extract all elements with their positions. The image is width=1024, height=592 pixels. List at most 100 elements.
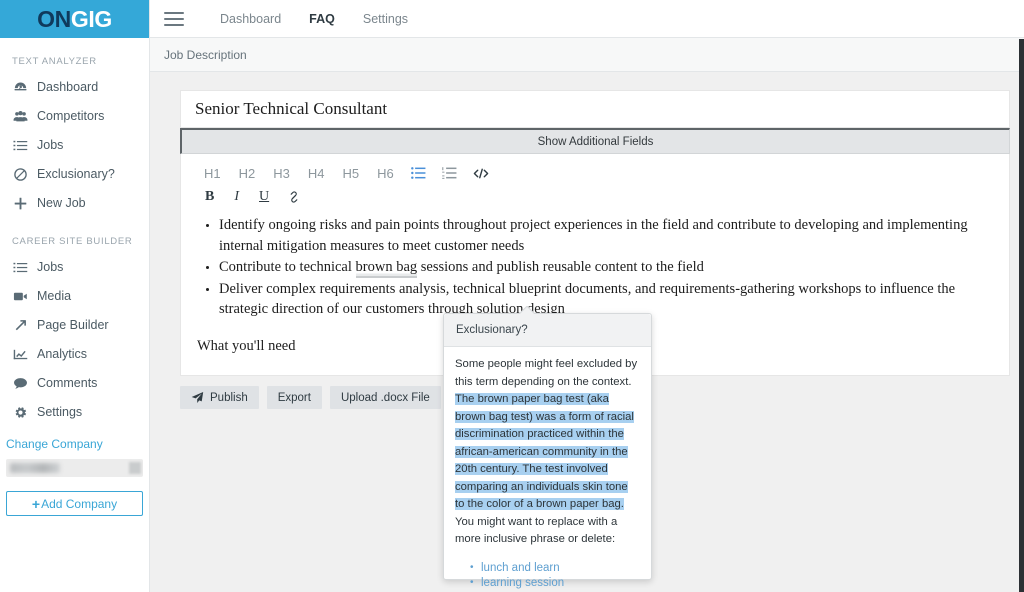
logo-text: ONGIG	[37, 6, 112, 33]
company-select-value	[10, 463, 60, 473]
sidebar-section-text-analyzer: TEXT ANALYZER	[12, 56, 97, 67]
sidebar-item-label: Jobs	[37, 138, 64, 153]
sidebar-item-label: Media	[37, 289, 72, 304]
sidebar-item-page-builder[interactable]: Page Builder	[0, 311, 149, 340]
bullet-list-icon[interactable]	[403, 163, 434, 183]
sidebar-section-career-site-builder: CAREER SITE BUILDER	[12, 236, 133, 247]
sidebar-item-comments[interactable]: Comments	[0, 369, 149, 398]
users-group-icon	[13, 109, 28, 124]
sidebar-item-new-job[interactable]: New Job	[0, 189, 149, 218]
hamburger-icon[interactable]	[164, 11, 184, 26]
sidebar-item-label: Exclusionary?	[37, 167, 115, 182]
app-root: ONGIG TEXT ANALYZER Dashboard Competitor…	[0, 0, 1024, 592]
toolbar-h5-button[interactable]: H5	[334, 164, 369, 183]
sidebar-item-settings[interactable]: Settings	[0, 398, 149, 427]
export-label: Export	[277, 391, 311, 404]
nav-link-faq[interactable]: FAQ	[295, 12, 349, 26]
exclusionary-popover: Exclusionary? Some people might feel exc…	[443, 313, 652, 590]
scrollbar-thumb[interactable]	[1019, 39, 1024, 592]
sidebar-item-competitors[interactable]: Competitors	[0, 102, 149, 131]
toolbar-h6-button[interactable]: H6	[368, 164, 403, 183]
toolbar-bold-button[interactable]: B	[195, 188, 224, 206]
code-brackets-icon[interactable]	[465, 164, 497, 183]
sidebar-item-label: Settings	[37, 405, 83, 420]
link-icon[interactable]	[279, 187, 309, 207]
change-company-link[interactable]: Change Company	[0, 427, 149, 455]
logo[interactable]: ONGIG	[0, 0, 149, 38]
popover-text-highlighted: The brown paper bag test (aka brown bag …	[455, 393, 634, 510]
dashboard-gauge-icon	[13, 80, 28, 95]
responsibilities-list: Identify ongoing risks and pain points t…	[197, 215, 989, 320]
upload-docx-button[interactable]: Upload .docx File	[329, 386, 441, 409]
sidebar: ONGIG TEXT ANALYZER Dashboard Competitor…	[0, 0, 150, 592]
chart-line-icon	[13, 347, 28, 362]
add-company-label: Add Company	[41, 496, 118, 511]
gear-icon	[13, 405, 28, 420]
job-title-field[interactable]: Senior Technical Consultant	[180, 90, 1010, 128]
arrow-up-right-icon	[13, 318, 28, 333]
sidebar-item-label: Competitors	[37, 109, 105, 124]
list-icon	[13, 138, 28, 153]
editor-toolbar: H1 H2 H3 H4 H5 H6 B I U	[181, 154, 1009, 207]
popover-text-intro: Some people might feel excluded by this …	[455, 358, 638, 388]
show-additional-fields-button[interactable]: Show Additional Fields	[180, 128, 1010, 154]
company-select[interactable]	[6, 459, 143, 477]
nav-link-settings[interactable]: Settings	[349, 12, 422, 26]
popover-title: Exclusionary?	[444, 314, 651, 347]
popover-arrow	[520, 306, 534, 314]
sidebar-item-label: Comments	[37, 376, 98, 391]
sidebar-item-label: Page Builder	[37, 318, 109, 333]
video-camera-icon	[13, 289, 28, 304]
upload-docx-label: Upload .docx File	[340, 391, 430, 404]
sidebar-item-dashboard[interactable]: Dashboard	[0, 73, 149, 102]
vertical-scrollbar[interactable]	[1019, 39, 1024, 592]
suggestion-item[interactable]: learning session	[470, 576, 640, 592]
numbered-list-icon[interactable]	[434, 163, 465, 183]
sidebar-item-analytics[interactable]: Analytics	[0, 340, 149, 369]
toolbar-italic-button[interactable]: I	[224, 188, 249, 206]
popover-suggestions: lunch and learn learning session sack lu…	[455, 561, 640, 592]
top-navbar: Dashboard FAQ Settings	[150, 0, 1024, 38]
sidebar-item-label: Analytics	[37, 347, 88, 362]
page-title: Senior Technical Consultant	[195, 99, 388, 118]
sidebar-item-exclusionary[interactable]: Exclusionary?	[0, 160, 149, 189]
toolbar-h3-button[interactable]: H3	[264, 164, 299, 183]
sidebar-item-label: Jobs	[37, 260, 64, 275]
toolbar-h2-button[interactable]: H2	[230, 164, 265, 183]
main-area: Dashboard FAQ Settings Job Description S…	[150, 0, 1024, 592]
comment-bubble-icon	[13, 376, 28, 391]
exclusionary-term-brown-bag[interactable]: brown bag	[355, 259, 418, 279]
list-icon	[13, 260, 28, 275]
logo-gig: GIG	[70, 5, 112, 32]
plus-icon: +	[31, 495, 41, 512]
ban-icon	[13, 167, 28, 182]
sidebar-item-csb-jobs[interactable]: Jobs	[0, 253, 149, 282]
sidebar-item-jobs[interactable]: Jobs	[0, 131, 149, 160]
publish-button[interactable]: Publish	[180, 386, 259, 409]
sidebar-item-label: Dashboard	[37, 80, 99, 95]
nav-link-dashboard[interactable]: Dashboard	[206, 12, 295, 26]
toolbar-row-headings: H1 H2 H3 H4 H5 H6	[195, 163, 1009, 183]
add-company-button[interactable]: + Add Company	[6, 491, 143, 516]
breadcrumb: Job Description	[164, 47, 247, 62]
suggestion-item[interactable]: lunch and learn	[470, 561, 640, 577]
toolbar-underline-button[interactable]: U	[249, 188, 279, 206]
sidebar-item-label: New Job	[37, 196, 86, 211]
toolbar-h4-button[interactable]: H4	[299, 164, 334, 183]
list-item: Identify ongoing risks and pain points t…	[219, 215, 989, 256]
popover-body: Some people might feel excluded by this …	[444, 347, 651, 592]
export-button[interactable]: Export	[266, 386, 322, 409]
popover-text-outro: You might want to replace with a more in…	[455, 515, 618, 546]
bullet-text-post: sessions and publish reusable content to…	[417, 259, 704, 276]
publish-label: Publish	[210, 391, 248, 404]
send-paper-plane-icon	[191, 391, 204, 404]
list-item: Contribute to technical brown bag sessio…	[219, 257, 989, 279]
breadcrumb-bar: Job Description	[150, 38, 1024, 72]
logo-on: ON	[37, 5, 71, 32]
plus-icon	[13, 196, 28, 211]
toolbar-row-format: B I U	[195, 187, 1009, 207]
chevron-down-icon	[129, 462, 141, 474]
toolbar-h1-button[interactable]: H1	[195, 164, 230, 183]
bullet-text-pre: Contribute to technical	[219, 259, 356, 276]
sidebar-item-media[interactable]: Media	[0, 282, 149, 311]
